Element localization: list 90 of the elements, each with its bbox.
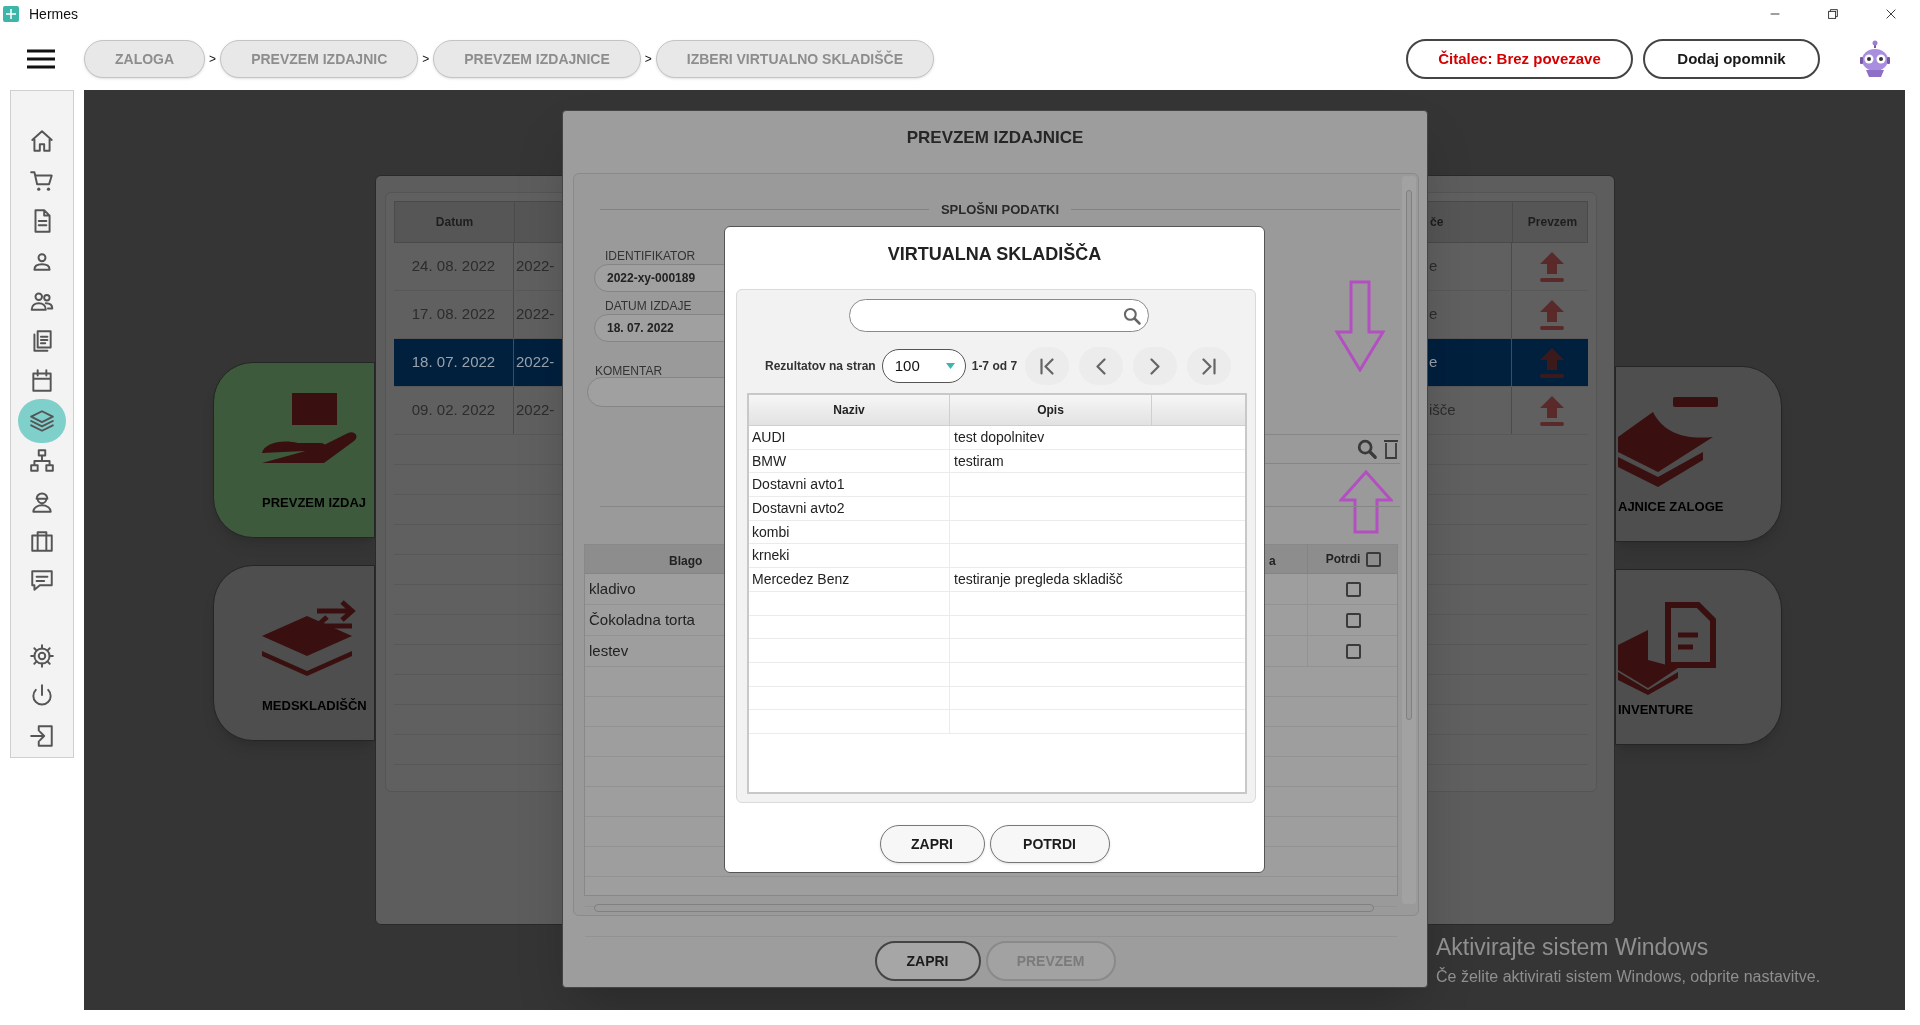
table-row[interactable]: krneki xyxy=(749,544,1245,569)
checkbox[interactable] xyxy=(1346,643,1361,659)
close-button[interactable]: ZAPRI xyxy=(874,941,981,981)
table-cell-text: 2022- xyxy=(516,352,555,373)
up-arrow-icon xyxy=(1339,470,1393,534)
table-cell-text: kladivo xyxy=(589,578,636,599)
breadcrumb-separator: > xyxy=(209,51,217,68)
breadcrumb-separator: > xyxy=(644,51,652,68)
field-label: IDENTIFIKATOR xyxy=(605,248,696,265)
restore-icon xyxy=(1826,7,1840,21)
page-size-label: Rezultatov na stran xyxy=(765,358,876,375)
dropdown-arrow-icon xyxy=(945,363,955,369)
table-cell: 18. 07. 2022 xyxy=(394,339,514,386)
field-label: KOMENTAR xyxy=(595,363,663,380)
column-header: Prevzem xyxy=(1526,214,1579,231)
tile-label: AJNICE ZALOGE xyxy=(1618,498,1724,516)
table-cell-text: lestev xyxy=(589,640,629,661)
search-field[interactable] xyxy=(849,299,1149,332)
chat-icon xyxy=(29,568,55,594)
table-cell-text: e xyxy=(1429,352,1438,373)
activation-title: Aktivirajte sistem Windows xyxy=(1436,933,1710,962)
search-icon xyxy=(1122,305,1142,326)
first-page-button[interactable] xyxy=(1025,347,1070,385)
table-cell-text: testiram xyxy=(954,451,1004,471)
previous-page-button[interactable] xyxy=(1079,347,1124,385)
search-icon[interactable] xyxy=(1356,438,1378,460)
window-title: Hermes xyxy=(29,4,78,24)
table-row[interactable]: kombi xyxy=(749,520,1245,545)
checkbox[interactable] xyxy=(1346,612,1361,628)
table-cell-text: kombi xyxy=(752,522,790,542)
table-row[interactable]: BMW testiram xyxy=(749,449,1245,474)
next-page-button[interactable] xyxy=(1133,347,1178,385)
briefcase-icon xyxy=(29,528,55,554)
layers-document-icon xyxy=(1618,600,1718,695)
column-header: Datum xyxy=(395,202,515,242)
field-label: DATUM IZDAJE xyxy=(605,298,692,315)
table-cell-text: Čokoladna torta xyxy=(589,609,695,630)
column-header: a xyxy=(1269,553,1276,570)
home-icon xyxy=(29,128,55,154)
page-range-text: 1-7 od 7 xyxy=(971,358,1018,375)
column-header: Potrdi xyxy=(1325,551,1361,568)
last-page-button[interactable] xyxy=(1187,347,1232,385)
breadcrumb-separator: > xyxy=(422,51,430,68)
column-header: Naziv xyxy=(749,395,950,425)
sidebar-item[interactable] xyxy=(18,399,66,443)
network-icon xyxy=(29,448,55,474)
tile-label: PREVZEM IZDAJ xyxy=(262,494,366,512)
table-row[interactable]: AUDI test dopolnitev xyxy=(749,426,1245,450)
checkbox[interactable] xyxy=(1346,581,1361,597)
next-page-icon xyxy=(1150,357,1161,375)
table-cell-text: Mercedez Benz xyxy=(752,569,850,589)
close-icon xyxy=(1884,7,1898,21)
close-button[interactable]: ZAPRI xyxy=(879,825,985,863)
column-header: Opis xyxy=(950,395,1152,425)
previous-page-icon xyxy=(1096,357,1107,375)
table-row[interactable]: Dostavni avto1 xyxy=(749,473,1245,498)
table-cell-text: testiranje pregleda skladišč xyxy=(954,569,1123,589)
last-page-icon xyxy=(1202,357,1217,375)
calendar-icon xyxy=(29,368,55,394)
table-cell-text: BMW xyxy=(752,451,787,471)
add-reminder-button[interactable]: Dodaj opomnik xyxy=(1643,39,1820,79)
layers-icon xyxy=(29,408,55,434)
menu-icon xyxy=(26,48,56,70)
cart-icon xyxy=(29,168,55,194)
first-page-icon xyxy=(1040,357,1055,375)
exit-icon xyxy=(29,723,55,749)
robot-avatar-icon[interactable] xyxy=(1858,40,1892,78)
dialog-title: VIRTUALNA SKLADIŠČA xyxy=(886,242,1103,266)
vertical-scrollbar[interactable] xyxy=(1402,176,1416,904)
column-header: Blago xyxy=(669,553,703,570)
activation-text: Če želite aktivirati sistem Windows, odprite nastavitve. xyxy=(1436,966,1821,987)
table-cell-text: krneki xyxy=(752,546,790,566)
dialog-title: PREVZEM IZDAJNICE xyxy=(905,127,1085,149)
page-size-dropdown[interactable]: 100 xyxy=(881,349,966,383)
section-title: SPLOŠNI PODATKI xyxy=(940,201,1060,219)
table-row[interactable]: Dostavni avto2 xyxy=(749,497,1245,521)
table-cell-text: test dopolnitev xyxy=(954,427,1045,447)
checkbox[interactable] xyxy=(1366,551,1382,567)
down-arrow-icon xyxy=(1335,280,1385,372)
table-row[interactable]: Mercedez Benz testiranje pregleda skladišč xyxy=(749,568,1245,592)
tile-label: INVENTURE xyxy=(1618,701,1694,719)
settings-icon xyxy=(29,643,55,669)
confirm-button[interactable]: POTRDI xyxy=(989,825,1110,863)
table-cell-text: Dostavni avto2 xyxy=(752,498,845,518)
tile-label: MEDSKLADIŠČN xyxy=(262,697,367,715)
app-logo-icon xyxy=(3,6,19,22)
table-cell-text: Dostavni avto1 xyxy=(752,475,845,495)
table-cell-text: AUDI xyxy=(752,427,786,447)
reader-status-button[interactable]: Čitalec: Brez povezave xyxy=(1406,39,1633,79)
trash-icon[interactable] xyxy=(1384,439,1398,459)
